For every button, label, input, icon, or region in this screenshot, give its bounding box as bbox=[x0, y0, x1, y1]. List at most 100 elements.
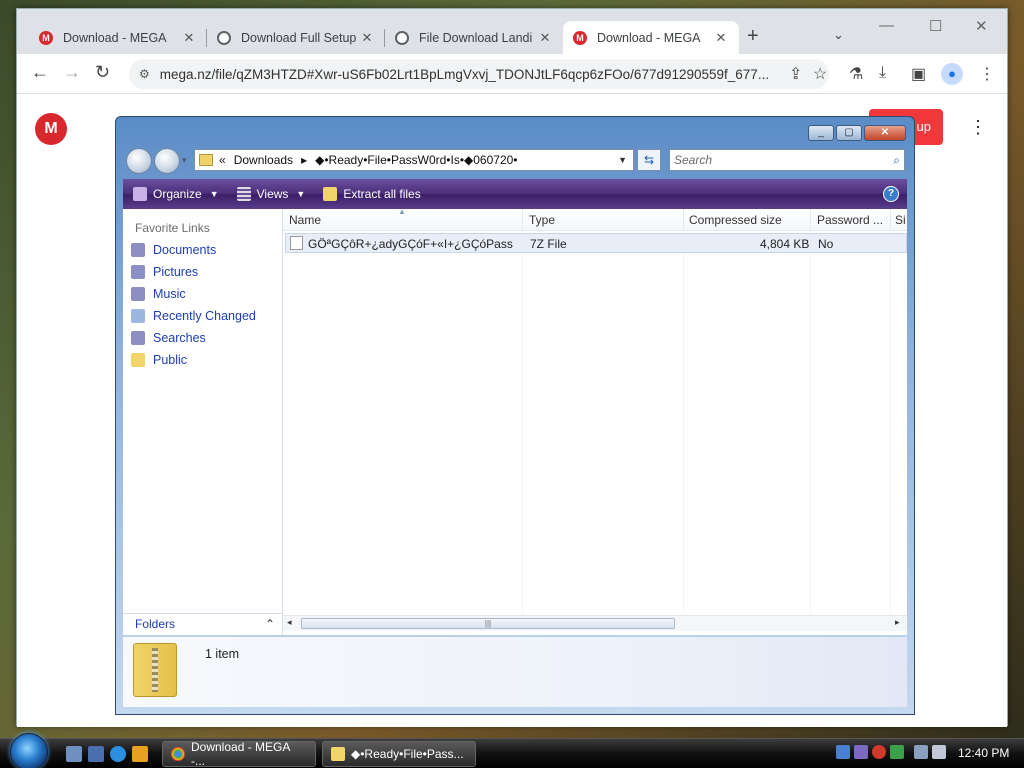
documents-icon bbox=[131, 243, 145, 257]
mega-logo[interactable]: M bbox=[35, 113, 67, 145]
new-tab-button[interactable]: + bbox=[747, 25, 759, 48]
monitor-icon[interactable] bbox=[914, 745, 928, 759]
scroll-left-icon[interactable]: ◂ bbox=[287, 617, 292, 628]
fav-documents[interactable]: Documents bbox=[131, 243, 216, 257]
explorer-refresh-icon[interactable]: ⇆ bbox=[637, 149, 661, 171]
share-icon[interactable]: ⇪ bbox=[789, 64, 802, 84]
close-icon[interactable]: ✕ bbox=[713, 30, 729, 46]
col-password[interactable]: Password ... bbox=[817, 213, 883, 227]
explorer-close-button[interactable]: ✕ bbox=[864, 125, 906, 141]
close-window-button[interactable]: ✕ bbox=[975, 17, 988, 35]
labs-flask-icon[interactable]: ⚗ bbox=[849, 64, 863, 84]
tab-file-download-landing[interactable]: File Download Landi ✕ bbox=[385, 21, 563, 54]
update-icon[interactable] bbox=[890, 745, 904, 759]
chevron-down-icon: ▼ bbox=[296, 189, 306, 199]
minimize-button[interactable]: — bbox=[879, 17, 894, 34]
back-arrow-icon[interactable]: ← bbox=[31, 62, 49, 83]
tab-mega-1[interactable]: M Download - MEGA ✕ bbox=[29, 21, 207, 54]
col-name[interactable]: Name bbox=[289, 213, 321, 227]
organize-button[interactable]: Organize ▼ bbox=[133, 187, 219, 201]
close-icon[interactable]: ✕ bbox=[181, 30, 197, 46]
reload-icon[interactable]: ↻ bbox=[95, 62, 110, 83]
horizontal-scrollbar[interactable]: ◂ ||| ▸ bbox=[283, 615, 907, 631]
fav-public[interactable]: Public bbox=[131, 353, 187, 367]
explorer-back-button[interactable] bbox=[126, 148, 152, 174]
bookmark-star-icon[interactable]: ☆ bbox=[813, 64, 827, 84]
security-alert-icon[interactable] bbox=[872, 745, 886, 759]
fav-pictures[interactable]: Pictures bbox=[131, 265, 198, 279]
views-button[interactable]: Views ▼ bbox=[236, 187, 306, 201]
switch-windows-icon[interactable] bbox=[88, 746, 104, 762]
extract-all-button[interactable]: Extract all files bbox=[323, 187, 421, 201]
fav-recently-changed[interactable]: Recently Changed bbox=[131, 309, 256, 323]
file-name[interactable]: GÖªGÇôR+¿adyGÇóF+«I+¿GÇóPassW bbox=[308, 237, 513, 251]
search-placeholder: Search bbox=[674, 153, 713, 167]
internet-explorer-icon[interactable] bbox=[110, 746, 126, 762]
breadcrumb-separator-icon[interactable]: ▸ bbox=[301, 153, 307, 167]
tab-search-dropdown-icon[interactable]: ⌄ bbox=[833, 27, 844, 43]
fav-label: Searches bbox=[153, 331, 206, 345]
scrollbar-thumb[interactable]: ||| bbox=[301, 618, 675, 629]
recently-changed-icon bbox=[131, 309, 145, 323]
file-icon bbox=[290, 236, 303, 250]
start-button-icon[interactable] bbox=[10, 733, 48, 768]
tab-download-full-setup[interactable]: Download Full Setup ✕ bbox=[207, 21, 385, 54]
public-folder-icon bbox=[131, 353, 145, 367]
scroll-right-icon[interactable]: ▸ bbox=[895, 617, 900, 628]
explorer-maximize-button[interactable]: ▢ bbox=[836, 125, 862, 141]
fav-searches[interactable]: Searches bbox=[131, 331, 206, 345]
volume-muted-icon[interactable] bbox=[932, 745, 946, 759]
tab-title: Download - MEGA bbox=[597, 30, 701, 45]
address-bar[interactable]: ⚙ mega.nz/file/qZM3HTZD#Xwr-uS6Fb02Lrt1B… bbox=[129, 59, 829, 89]
file-compressed-size: 4,804 KB bbox=[760, 237, 810, 251]
profile-avatar-icon[interactable]: ● bbox=[941, 63, 963, 85]
col-size[interactable]: Si bbox=[895, 213, 906, 227]
site-settings-icon[interactable]: ⚙ bbox=[139, 67, 150, 81]
globe-icon bbox=[395, 30, 409, 45]
views-icon bbox=[236, 187, 251, 201]
show-desktop-icon[interactable] bbox=[66, 746, 82, 762]
breadcrumb-current-folder[interactable]: ◆•Ready•File•PassW0rd•Is•◆060720• bbox=[315, 153, 517, 167]
mega-icon: M bbox=[39, 30, 53, 45]
explorer-address-bar[interactable]: « Downloads ▸ ◆•Ready•File•PassW0rd•Is•◆… bbox=[194, 149, 634, 171]
search-icon[interactable]: ⌕ bbox=[893, 150, 900, 170]
taskbar-button-label: Download - MEGA -... bbox=[191, 740, 290, 768]
organize-label: Organize bbox=[153, 187, 202, 201]
file-row[interactable]: GÖªGÇôR+¿adyGÇóF+«I+¿GÇóPassW 7Z File 4,… bbox=[285, 233, 907, 253]
tab-mega-active[interactable]: M Download - MEGA ✕ bbox=[563, 21, 739, 54]
close-icon[interactable]: ✕ bbox=[359, 30, 375, 46]
recent-pages-dropdown-icon[interactable]: ▾ bbox=[182, 155, 187, 166]
chrome-icon bbox=[171, 747, 185, 761]
help-icon[interactable]: ? bbox=[883, 186, 899, 202]
fav-music[interactable]: Music bbox=[131, 287, 186, 301]
taskbar-clock[interactable]: 12:40 PM bbox=[958, 746, 1009, 760]
media-player-icon[interactable] bbox=[132, 746, 148, 762]
network-icon[interactable] bbox=[836, 745, 850, 759]
chrome-menu-icon[interactable]: ⋮ bbox=[979, 64, 995, 84]
favorite-links-title: Favorite Links bbox=[135, 221, 210, 235]
explorer-search-input[interactable]: Search ⌕ bbox=[669, 149, 905, 171]
folders-toggle[interactable]: Folders ⌃ bbox=[123, 613, 283, 635]
file-password: No bbox=[818, 237, 834, 251]
taskbar-chrome-button[interactable]: Download - MEGA -... bbox=[162, 740, 316, 768]
address-dropdown-icon[interactable]: ▼ bbox=[618, 155, 627, 165]
download-icon[interactable]: ⤓ bbox=[879, 64, 886, 82]
forward-arrow-icon[interactable]: → bbox=[63, 62, 81, 83]
close-icon[interactable]: ✕ bbox=[537, 30, 553, 46]
explorer-forward-button[interactable] bbox=[154, 148, 180, 174]
taskbar-explorer-button[interactable]: ◆•Ready•File•Pass... bbox=[322, 741, 476, 767]
col-type[interactable]: Type bbox=[529, 213, 555, 227]
explorer-minimize-button[interactable]: _ bbox=[808, 125, 834, 141]
breadcrumb-overflow[interactable]: « bbox=[219, 153, 226, 167]
url-text[interactable]: mega.nz/file/qZM3HTZD#Xwr-uS6Fb02Lrt1BpL… bbox=[160, 67, 829, 82]
col-compressed-size[interactable]: Compressed size bbox=[689, 213, 782, 227]
page-menu-icon[interactable]: ⋮ bbox=[969, 117, 987, 138]
browser-toolbar: ← → ↻ ⚙ mega.nz/file/qZM3HTZD#Xwr-uS6Fb0… bbox=[17, 54, 1007, 94]
side-panel-icon[interactable]: ▣ bbox=[911, 64, 926, 84]
tray-app-icon[interactable] bbox=[854, 745, 868, 759]
tab-strip: M Download - MEGA ✕ Download Full Setup … bbox=[17, 9, 1007, 54]
maximize-button[interactable]: ☐ bbox=[929, 17, 942, 35]
zip-folder-icon bbox=[133, 643, 177, 697]
breadcrumb-downloads[interactable]: Downloads bbox=[234, 153, 293, 167]
fav-label: Pictures bbox=[153, 265, 199, 279]
